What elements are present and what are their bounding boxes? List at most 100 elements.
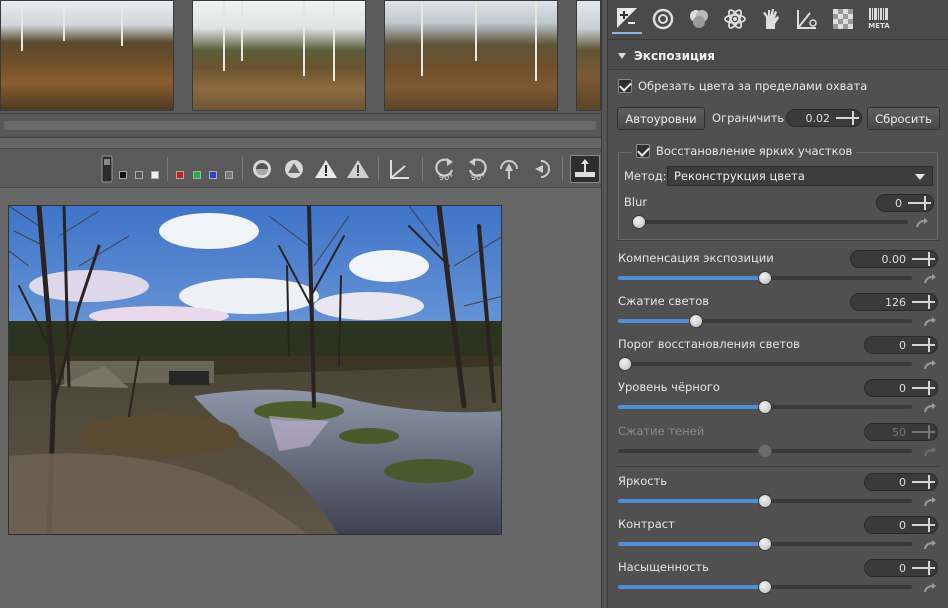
slider-knob[interactable] [758, 494, 772, 508]
slider-knob[interactable] [688, 314, 703, 328]
limit-spinbox[interactable]: 0.02 [786, 109, 862, 127]
plus-minus-icon[interactable] [911, 337, 937, 353]
auto-levels-button[interactable]: Автоуровни [617, 107, 705, 130]
brightness-slider[interactable] [618, 494, 912, 508]
blur-slider[interactable] [632, 215, 908, 229]
image-preview[interactable] [8, 205, 502, 535]
panel-splitter[interactable] [601, 0, 608, 608]
plus-minus-icon[interactable] [911, 474, 937, 490]
swatch-white-icon[interactable] [151, 171, 159, 179]
slider-fill [618, 542, 765, 546]
scrollbar-thumb[interactable] [4, 121, 596, 130]
method-dropdown[interactable]: Реконструкция цвета [667, 166, 933, 186]
focus-mask-icon[interactable] [250, 155, 274, 183]
exposure-comp-spinbox[interactable]: 0.00 [850, 250, 938, 268]
highlight-recovery-checkbox[interactable] [636, 144, 650, 158]
highlight-recovery-row[interactable]: Восстановление ярких участков [632, 144, 857, 158]
contrast-spinbox[interactable]: 0 [864, 516, 938, 534]
shadow-compression-label: Сжатие теней [618, 424, 705, 438]
advanced-tab-icon[interactable] [720, 4, 750, 34]
app-window: 90° 90° META Экспозиция Обрезать цвета з… [0, 0, 948, 608]
reset-icon[interactable] [924, 540, 936, 550]
highlight-compression-spinbox[interactable]: 126 [850, 293, 938, 311]
saturation-spinbox[interactable]: 0 [864, 559, 938, 577]
checker-tab-icon[interactable] [828, 4, 858, 34]
highlight-threshold-spinbox[interactable]: 0 [864, 336, 938, 354]
rotate-left-icon[interactable]: 90° [432, 155, 458, 183]
plus-minus-icon[interactable] [911, 251, 937, 267]
exposure-tab-icon[interactable] [612, 4, 642, 34]
blur-value: 0 [895, 196, 902, 210]
limit-label: Ограничить [712, 111, 785, 125]
slider-knob[interactable] [758, 400, 772, 414]
brightness-spinbox[interactable]: 0 [864, 473, 938, 491]
filmstrip [0, 0, 601, 114]
plus-minus-icon[interactable] [907, 195, 933, 211]
green-channel-icon[interactable] [193, 171, 201, 179]
highlight-recovery-label: Восстановление ярких участков [656, 144, 853, 158]
reset-icon[interactable] [924, 403, 936, 413]
plus-minus-icon[interactable] [835, 110, 861, 126]
reset-icon[interactable] [916, 218, 928, 228]
plus-minus-icon[interactable] [911, 517, 937, 533]
luminance-icon[interactable] [225, 171, 233, 179]
transform-tab-icon[interactable] [756, 4, 786, 34]
reset-icon[interactable] [924, 360, 936, 370]
black-level-label: Уровень чёрного [618, 380, 720, 394]
collapse-arrow-icon[interactable] [618, 53, 626, 59]
reset-icon [924, 447, 936, 457]
slider-knob[interactable] [758, 537, 772, 551]
slider-knob[interactable] [758, 580, 772, 594]
chevron-down-icon [915, 174, 925, 180]
slider-knob[interactable] [758, 271, 772, 285]
color-tab-icon[interactable] [684, 4, 714, 34]
swatch-gray-icon[interactable] [135, 171, 143, 179]
saturation-slider[interactable] [618, 580, 912, 594]
clip-out-of-gamut-checkbox[interactable] [618, 79, 632, 93]
shadow-clip-warning-icon[interactable] [346, 155, 370, 183]
plus-minus-icon[interactable] [911, 560, 937, 576]
shadow-clip-icon[interactable] [282, 155, 306, 183]
before-after-icon[interactable] [570, 155, 600, 183]
reset-icon[interactable] [924, 317, 936, 327]
contrast-slider[interactable] [618, 537, 912, 551]
swatch-black-icon[interactable] [119, 171, 127, 179]
blur-spinbox[interactable]: 0 [876, 194, 934, 212]
detail-tab-icon[interactable] [648, 4, 678, 34]
thumbnail[interactable] [384, 0, 558, 111]
meta-label: META [868, 22, 890, 30]
metadata-tab-icon[interactable]: META [864, 4, 894, 34]
slider-knob[interactable] [618, 357, 632, 371]
bg-color-icon[interactable] [100, 155, 114, 183]
reset-icon[interactable] [924, 497, 936, 507]
exposure-comp-label: Компенсация экспозиции [618, 251, 774, 265]
clip-out-of-gamut-row[interactable]: Обрезать цвета за пределами охвата [618, 79, 867, 93]
flip-horizontal-icon[interactable] [496, 155, 522, 183]
straighten-icon[interactable] [386, 155, 412, 183]
panel-tabs: META [608, 0, 948, 40]
highlight-threshold-slider[interactable] [618, 357, 912, 371]
reset-icon[interactable] [924, 583, 936, 593]
thumbnail[interactable] [0, 0, 174, 111]
slider-knob[interactable] [632, 215, 646, 229]
flip-vertical-icon[interactable] [528, 155, 554, 183]
exposure-comp-slider[interactable] [618, 271, 912, 285]
plus-minus-icon[interactable] [911, 294, 937, 310]
filmstrip-scrollbar[interactable] [0, 114, 601, 138]
red-channel-icon[interactable] [176, 171, 184, 179]
toolbar-separator [422, 157, 423, 181]
rotate-right-icon[interactable]: 90° [464, 155, 490, 183]
black-level-spinbox[interactable]: 0 [864, 379, 938, 397]
black-level-value: 0 [899, 381, 906, 395]
thumbnail[interactable] [192, 0, 366, 111]
raw-tab-icon[interactable] [792, 4, 822, 34]
reset-button[interactable]: Сбросить [867, 107, 940, 130]
black-level-slider[interactable] [618, 400, 912, 414]
section-header[interactable]: Экспозиция [608, 44, 948, 68]
plus-minus-icon[interactable] [911, 380, 937, 396]
thumbnail[interactable] [576, 0, 601, 111]
reset-icon[interactable] [924, 274, 936, 284]
highlight-clip-warning-icon[interactable] [314, 155, 338, 183]
blue-channel-icon[interactable] [209, 171, 217, 179]
highlight-compression-slider[interactable] [618, 314, 912, 328]
